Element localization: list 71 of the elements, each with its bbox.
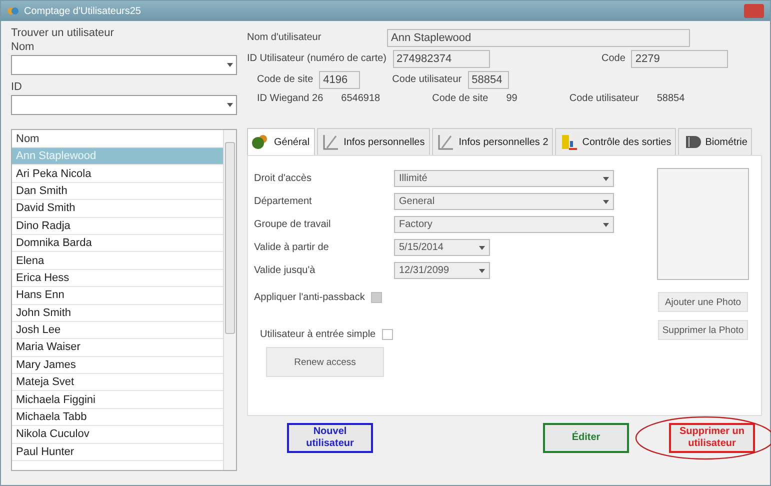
scroll-thumb[interactable] [225, 142, 235, 334]
checkbox[interactable] [370, 292, 382, 303]
site-code-field[interactable]: 4196 [319, 70, 360, 88]
tab[interactable]: Biométrie [678, 128, 752, 155]
action-button[interactable]: Supprimer un utilisateur [669, 423, 755, 453]
caret-icon [479, 268, 485, 272]
user-row[interactable]: Hans Enn [12, 287, 223, 305]
notepad-icon [322, 133, 340, 151]
user-row[interactable]: Dino Radja [12, 218, 223, 235]
select-field[interactable]: Factory [394, 216, 614, 233]
select-field[interactable]: Illimité [394, 170, 614, 187]
name-label: Nom [11, 41, 36, 53]
caret-icon [479, 246, 485, 250]
user-row[interactable]: Nikola Cuculov [12, 426, 223, 444]
checkbox[interactable] [382, 329, 393, 340]
select-field[interactable]: General [394, 193, 614, 210]
user-code-value: 58854 [656, 92, 685, 104]
user-row[interactable]: Paul Hunter [12, 444, 223, 462]
select-field[interactable]: 5/15/2014 [394, 239, 490, 256]
notepad-icon [436, 133, 455, 151]
caret-icon [603, 222, 609, 226]
user-code-label: Code utilisateur [392, 74, 462, 85]
user-row[interactable]: John Smith [12, 304, 223, 322]
close-button[interactable] [744, 4, 764, 18]
site-code-value: 99 [506, 92, 518, 104]
field-label: Valide à partir de [254, 242, 330, 253]
code-label: Code [602, 53, 626, 64]
field-label: Droit d'accès [254, 173, 312, 184]
caret-icon [227, 63, 233, 67]
id-combo[interactable] [11, 95, 237, 115]
username-label: Nom d'utilisateur [247, 32, 322, 43]
name-combo[interactable] [11, 55, 237, 75]
action-button[interactable]: Éditer [543, 423, 629, 453]
user-row[interactable]: Maria Waiser [12, 339, 223, 357]
antipassback-label: Appliquer l'anti-passback [254, 292, 365, 303]
field-label: Valide jusqu'à [254, 265, 316, 276]
renew-access-button[interactable]: Renew access [266, 347, 384, 377]
caret-icon [227, 103, 233, 107]
search-title: Trouver un utilisateur [11, 27, 115, 39]
id-label: ID [11, 81, 23, 93]
user-row[interactable]: Mateja Svet [12, 374, 223, 392]
tab[interactable]: Général [247, 128, 315, 155]
card-id-label: ID Utilisateur (numéro de carte) [247, 53, 386, 64]
single-entry-label: Utilisateur à entrée simple [260, 329, 376, 340]
select-field[interactable]: 12/31/2099 [394, 262, 490, 279]
add-photo-button[interactable]: Ajouter une Photo [658, 292, 748, 312]
user-row[interactable]: Erica Hess [12, 270, 223, 288]
card-id-field[interactable]: 274982374 [392, 50, 490, 68]
code-field[interactable]: 2279 [631, 50, 728, 68]
field-label: Département [254, 196, 313, 207]
action-button[interactable]: Nouvel utilisateur [287, 423, 373, 453]
user-row[interactable]: David Smith [12, 200, 223, 218]
app-icon [7, 5, 19, 17]
remove-photo-button[interactable]: Supprimer la Photo [658, 320, 748, 340]
tab[interactable]: Infos personnelles 2 [432, 128, 554, 155]
tab[interactable]: Contrôle des sorties [555, 128, 676, 155]
wiegand-value: 6546918 [341, 92, 380, 104]
people-icon [252, 133, 270, 151]
tab[interactable]: Infos personnelles [316, 128, 430, 155]
user-code-label: Code utilisateur [569, 92, 639, 104]
user-row[interactable]: Mary James [12, 356, 223, 374]
site-code-label: Code de site [432, 92, 488, 104]
user-code-field[interactable]: 58854 [468, 70, 509, 88]
field-label: Groupe de travail [254, 219, 332, 230]
window-title: Comptage d'Utilisateurs25 [24, 6, 142, 16]
scrollbar[interactable] [223, 130, 236, 470]
wiegand-label: ID Wiegand 26 [257, 92, 324, 104]
site-code-label: Code de site [257, 74, 314, 85]
caret-icon [603, 200, 609, 204]
caret-icon [603, 176, 609, 180]
username-field[interactable]: Ann Staplewood [387, 28, 690, 46]
